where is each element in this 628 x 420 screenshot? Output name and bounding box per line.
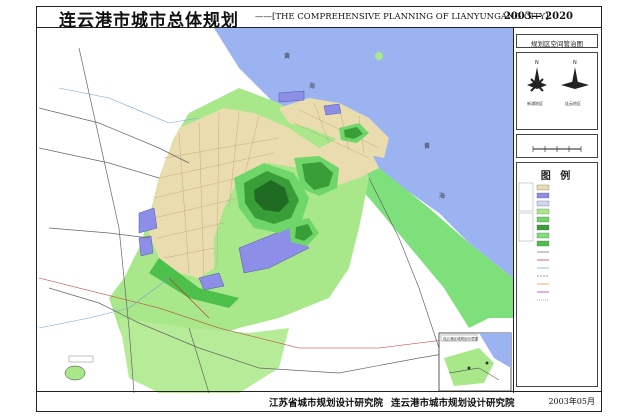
lake-label-box [68, 355, 94, 363]
sea-label-1: 黄 [284, 52, 290, 60]
compass-left-caption: 新浦地区 [527, 100, 543, 106]
island [375, 52, 383, 60]
map-sheet: 连云港市城市总体规划 ——[THE COMPREHENSIVE PLANNING… [36, 6, 602, 412]
footer-org-provincial: 江苏省城市规划设计研究院 [269, 398, 384, 409]
compass-right-caption: 连云地区 [565, 100, 581, 106]
sea-label-4: 海 [439, 192, 445, 200]
inset-title: 连云港区域规划示意图 [443, 336, 478, 341]
regional-inset-map: 连云港区域规划示意图 [438, 332, 512, 392]
scale-bar-box [516, 134, 598, 158]
svg-text:N: N [535, 60, 539, 66]
legend-swatches [518, 182, 550, 301]
sea-label-2: 海 [309, 82, 315, 90]
sea-label-3: 黄 [424, 142, 430, 150]
control-map-title: 规划区空间管治图 [531, 40, 583, 48]
legend-box: 图 例 [516, 162, 598, 387]
svg-text:N: N [573, 60, 577, 66]
compass-roses: N N 新浦地区 连云地区 [527, 60, 589, 106]
title-bar: 连云港市城市总体规划 ——[THE COMPREHENSIVE PLANNING… [37, 7, 601, 31]
legend-title: 图 例 [540, 171, 574, 182]
planning-period: 2003— 2020 [503, 11, 573, 22]
north-arrow-right-icon: N [561, 60, 589, 89]
lake-park [64, 365, 86, 381]
footer-org-city: 连云港市城市规划设计研究院 [391, 398, 515, 409]
map-canvas: 黄 海 黄 海 连云港区域规划示意图 [39, 28, 513, 393]
footer-date: 2003年05月 [548, 397, 595, 406]
main-map: 黄 海 黄 海 连云港区域规划示意图 [39, 28, 514, 393]
north-arrow-left-icon: N [527, 60, 547, 92]
footer: 江苏省城市规划设计研究院 连云港市城市规划设计研究院 2003年05月 [37, 391, 601, 411]
control-map-title-box: 规划区空间管治图 [516, 34, 598, 48]
side-panel: 规划区空间管治图 N N 新浦地区 连云地区 图 例 [514, 28, 601, 393]
compass-box: N N 新浦地区 连云地区 [516, 52, 598, 130]
scale-bar [532, 146, 582, 152]
